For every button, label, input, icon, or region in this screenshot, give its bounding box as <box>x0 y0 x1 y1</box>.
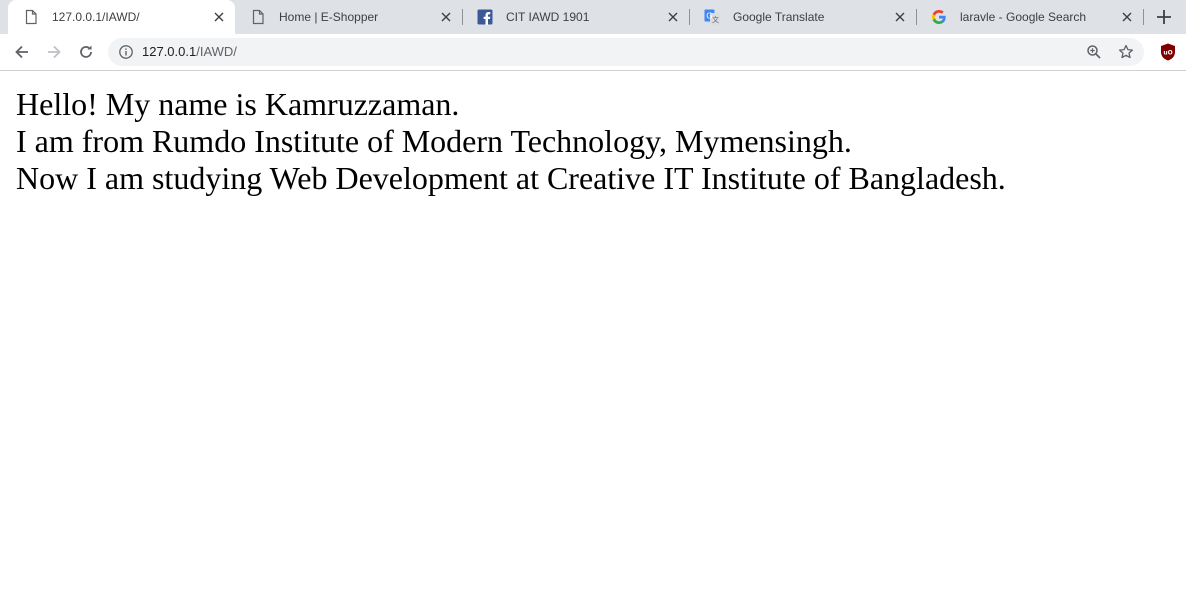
url-host: 127.0.0.1 <box>142 44 197 59</box>
tab-laravle-google-search[interactable]: laravle - Google Search <box>916 0 1144 34</box>
zoom-icon[interactable] <box>1086 44 1102 60</box>
url-path: /IAWD/ <box>196 44 237 59</box>
svg-text:uO: uO <box>1163 50 1172 57</box>
address-bar[interactable]: 127.0.0.1/IAWD/ <box>108 38 1144 66</box>
google-translate-icon: G 文 <box>704 9 720 25</box>
browser-toolbar: 127.0.0.1/IAWD/ uO <box>0 34 1186 71</box>
new-tab-plus-icon[interactable] <box>1154 7 1174 27</box>
study-line: Now I am studying Web Development at Cre… <box>16 160 1006 196</box>
bookmark-star-icon[interactable] <box>1118 44 1134 60</box>
tab-cit-iawd-1901[interactable]: CIT IAWD 1901 <box>462 0 690 34</box>
tab-127-0-0-1-iawd[interactable]: 127.0.0.1/IAWD/ <box>8 0 235 34</box>
google-icon <box>932 10 946 24</box>
page-content: Hello! My name is Kamruzzaman. I am from… <box>16 86 1006 197</box>
back-arrow-icon[interactable] <box>12 42 32 62</box>
tab-strip: 127.0.0.1/IAWD/ Home | E-Shopper CIT IAW… <box>0 0 1186 34</box>
intro-line: Hello! My name is Kamruzzaman. <box>16 86 460 122</box>
reload-icon[interactable] <box>76 42 96 62</box>
close-tab-icon[interactable] <box>439 10 453 24</box>
address-url[interactable]: 127.0.0.1/IAWD/ <box>142 45 237 59</box>
tab-title: CIT IAWD 1901 <box>506 10 590 24</box>
close-tab-icon[interactable] <box>212 10 226 24</box>
facebook-icon <box>477 9 493 25</box>
tab-title: Google Translate <box>733 10 825 24</box>
forward-arrow-icon[interactable] <box>44 42 64 62</box>
ublock-origin-extension-icon[interactable]: uO <box>1160 43 1176 61</box>
close-tab-icon[interactable] <box>666 10 680 24</box>
page-icon <box>252 9 264 25</box>
tab-google-translate[interactable]: G 文 Google Translate <box>689 0 917 34</box>
svg-text:文: 文 <box>712 15 719 24</box>
tab-title: laravle - Google Search <box>960 10 1087 24</box>
close-tab-icon[interactable] <box>1120 10 1134 24</box>
site-info-icon[interactable] <box>118 44 134 60</box>
institute-line: I am from Rumdo Institute of Modern Tech… <box>16 123 852 159</box>
tab-title: Home | E-Shopper <box>279 10 379 24</box>
tab-home-e-shopper[interactable]: Home | E-Shopper <box>235 0 463 34</box>
close-tab-icon[interactable] <box>893 10 907 24</box>
tab-title: 127.0.0.1/IAWD/ <box>52 10 140 24</box>
tab-separator <box>1143 9 1144 25</box>
page-icon <box>25 9 37 25</box>
